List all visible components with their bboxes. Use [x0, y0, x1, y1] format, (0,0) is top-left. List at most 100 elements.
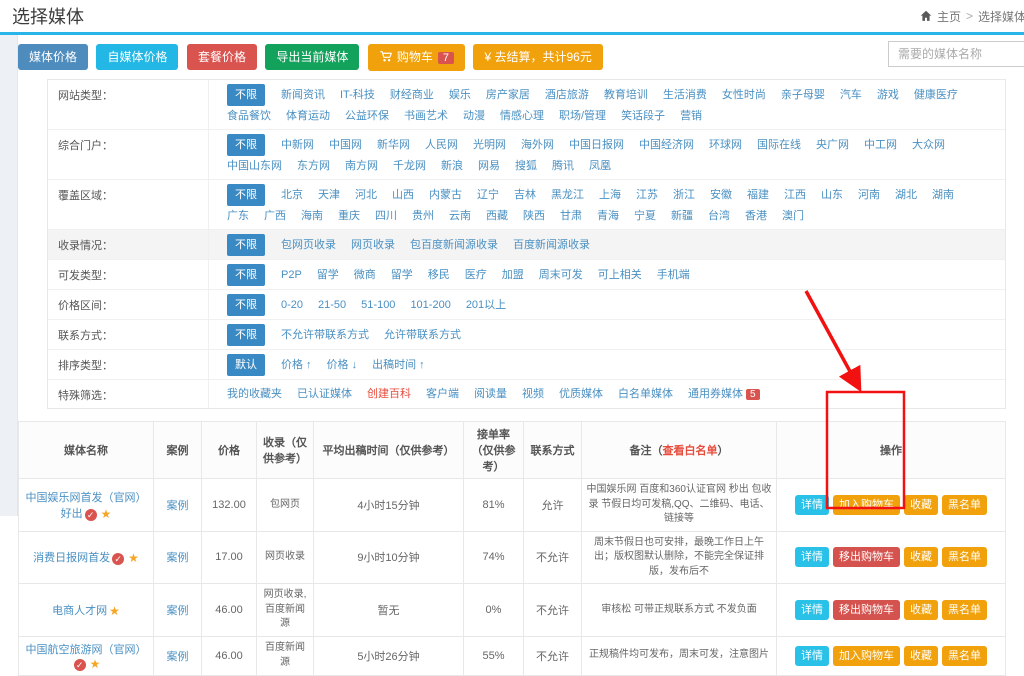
filter-selected-chip[interactable]: 不限 [227, 324, 265, 346]
filter-option[interactable]: 吉林 [514, 185, 536, 205]
filter-option[interactable]: 允许带联系方式 [384, 325, 461, 345]
filter-option[interactable]: 海南 [301, 206, 323, 226]
filter-selected-chip[interactable]: 不限 [227, 234, 265, 256]
filter-option[interactable]: 网页收录 [351, 235, 395, 255]
self-media-price-button[interactable]: 自媒体价格 [96, 44, 178, 70]
filter-option[interactable]: 移民 [428, 265, 450, 285]
favorite-button[interactable]: 收藏 [904, 495, 938, 515]
filter-option[interactable]: 搜狐 [515, 156, 537, 176]
filter-option[interactable]: 青海 [597, 206, 619, 226]
filter-option[interactable]: 女性时尚 [722, 85, 766, 105]
filter-option[interactable]: 新疆 [671, 206, 693, 226]
filter-option[interactable]: 生活消费 [663, 85, 707, 105]
case-link[interactable]: 案例 [167, 552, 189, 564]
filter-option[interactable]: 中国经济网 [639, 135, 694, 155]
filter-option[interactable]: 辽宁 [477, 185, 499, 205]
favorite-button[interactable]: 收藏 [904, 600, 938, 620]
filter-option[interactable]: 我的收藏夹 [227, 384, 282, 404]
filter-option[interactable]: 宁夏 [634, 206, 656, 226]
filter-option[interactable]: 书画艺术 [404, 106, 448, 126]
filter-selected-chip[interactable]: 不限 [227, 84, 265, 106]
filter-option[interactable]: 中国日报网 [569, 135, 624, 155]
filter-selected-chip[interactable]: 不限 [227, 294, 265, 316]
filter-option[interactable]: 江西 [784, 185, 806, 205]
filter-option[interactable]: 贵州 [412, 206, 434, 226]
filter-option[interactable]: 央广网 [816, 135, 849, 155]
filter-option[interactable]: 黑龙江 [551, 185, 584, 205]
filter-option[interactable]: 手机端 [657, 265, 690, 285]
filter-selected-chip[interactable]: 不限 [227, 264, 265, 286]
media-name-link[interactable]: 中国航空旅游网（官网） [26, 644, 147, 656]
filter-option[interactable]: 四川 [375, 206, 397, 226]
filter-option[interactable]: 山东 [821, 185, 843, 205]
filter-option[interactable]: 内蒙古 [429, 185, 462, 205]
blacklist-button[interactable]: 黑名单 [942, 547, 987, 567]
media-name-link[interactable]: 消费日报网首发 [33, 552, 110, 564]
filter-option[interactable]: 环球网 [709, 135, 742, 155]
filter-option[interactable]: 财经商业 [390, 85, 434, 105]
blacklist-button[interactable]: 黑名单 [942, 495, 987, 515]
filter-option[interactable]: 白名单媒体 [618, 384, 673, 404]
filter-option[interactable]: 江苏 [636, 185, 658, 205]
detail-button[interactable]: 详情 [795, 547, 829, 567]
filter-option[interactable]: 中工网 [864, 135, 897, 155]
detail-button[interactable]: 详情 [795, 495, 829, 515]
case-link[interactable]: 案例 [167, 651, 189, 663]
case-link[interactable]: 案例 [167, 605, 189, 617]
filter-option[interactable]: IT-科技 [340, 85, 375, 105]
export-current-media-button[interactable]: 导出当前媒体 [265, 44, 359, 70]
filter-option[interactable]: 千龙网 [393, 156, 426, 176]
filter-option[interactable]: 动漫 [463, 106, 485, 126]
detail-button[interactable]: 详情 [795, 600, 829, 620]
filter-option[interactable]: 微商 [354, 265, 376, 285]
breadcrumb-home[interactable]: 主页 [937, 8, 961, 25]
filter-option[interactable]: 周末可发 [539, 265, 583, 285]
media-search-input[interactable] [888, 41, 1024, 67]
filter-option[interactable]: 已认证媒体 [297, 384, 352, 404]
filter-option[interactable]: 甘肃 [560, 206, 582, 226]
filter-option[interactable]: 云南 [449, 206, 471, 226]
filter-option[interactable]: 广东 [227, 206, 249, 226]
filter-option[interactable]: 酒店旅游 [545, 85, 589, 105]
filter-option[interactable]: 视频 [522, 384, 544, 404]
filter-option[interactable]: 51-100 [361, 295, 395, 315]
filter-option[interactable]: 陕西 [523, 206, 545, 226]
package-price-button[interactable]: 套餐价格 [187, 44, 257, 70]
filter-option[interactable]: 中国网 [329, 135, 362, 155]
filter-option[interactable]: 重庆 [338, 206, 360, 226]
favorite-button[interactable]: 收藏 [904, 646, 938, 666]
filter-option[interactable]: 网易 [478, 156, 500, 176]
filter-option[interactable]: 留学 [391, 265, 413, 285]
filter-option[interactable]: 安徽 [710, 185, 732, 205]
filter-option[interactable]: 上海 [599, 185, 621, 205]
filter-option[interactable]: 中新网 [281, 135, 314, 155]
filter-option[interactable]: 新浪 [441, 156, 463, 176]
favorite-button[interactable]: 收藏 [904, 547, 938, 567]
filter-option[interactable]: 浙江 [673, 185, 695, 205]
filter-option[interactable]: 101-200 [410, 295, 450, 315]
filter-option[interactable]: 留学 [317, 265, 339, 285]
filter-option[interactable]: 可上相关 [598, 265, 642, 285]
filter-option[interactable]: 人民网 [425, 135, 458, 155]
filter-option[interactable]: 优质媒体 [559, 384, 603, 404]
case-link[interactable]: 案例 [167, 500, 189, 512]
filter-option[interactable]: 国际在线 [757, 135, 801, 155]
filter-option[interactable]: 汽车 [840, 85, 862, 105]
filter-option[interactable]: 湖北 [895, 185, 917, 205]
filter-option[interactable]: 游戏 [877, 85, 899, 105]
filter-option[interactable]: 职场/管理 [559, 106, 606, 126]
filter-option[interactable]: 价格 ↓ [327, 355, 358, 375]
filter-option[interactable]: 不允许带联系方式 [281, 325, 369, 345]
remove-from-cart-button[interactable]: 移出购物车 [833, 547, 900, 567]
filter-option[interactable]: 阅读量 [474, 384, 507, 404]
filter-option[interactable]: 天津 [318, 185, 340, 205]
media-name-link[interactable]: 电商人才网 [52, 605, 107, 617]
filter-option[interactable]: 21-50 [318, 295, 346, 315]
filter-option[interactable]: 房产家居 [486, 85, 530, 105]
filter-option[interactable]: 广西 [264, 206, 286, 226]
filter-option[interactable]: 教育培训 [604, 85, 648, 105]
view-whitelist-link[interactable]: 查看白名单 [663, 445, 718, 457]
filter-option[interactable]: 出稿时间 ↑ [372, 355, 425, 375]
add-to-cart-button[interactable]: 加入购物车 [833, 495, 900, 515]
filter-option[interactable]: 河北 [355, 185, 377, 205]
